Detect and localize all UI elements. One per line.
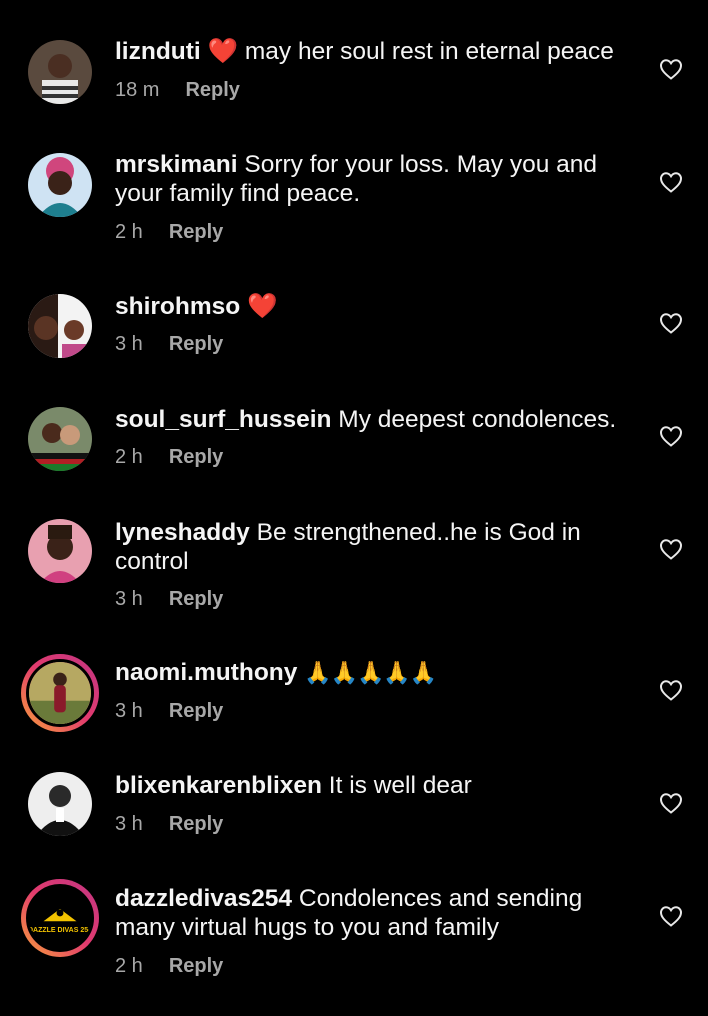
avatar: DAZZLE DIVAS 254 (26, 884, 94, 952)
heart-outline-icon[interactable] (659, 58, 683, 80)
avatar-story-ring[interactable] (21, 654, 99, 732)
avatar[interactable] (28, 294, 92, 358)
reply-button[interactable]: Reply (169, 700, 223, 722)
comment-text: blixenkarenblixen It is well dear (115, 771, 635, 800)
reply-button[interactable]: Reply (169, 333, 223, 355)
avatar-story-ring[interactable]: DAZZLE DIVAS 254 (21, 879, 99, 957)
comment-text: naomi.muthony 🙏🙏🙏🙏🙏 (115, 658, 635, 687)
comment-username[interactable]: blixenkarenblixen (115, 772, 322, 799)
comment-username[interactable]: naomi.muthony (115, 659, 297, 686)
comment-meta: 3 h Reply (115, 588, 223, 611)
comment-time: 3 h (115, 588, 143, 610)
avatar (26, 659, 94, 727)
comment-body: may her soul rest in eternal peace (244, 38, 614, 65)
comment-body: My deepest condolences. (338, 406, 617, 433)
comment-meta: 3 h Reply (115, 700, 223, 723)
comment-username[interactable]: soul_surf_hussein (115, 406, 331, 433)
reply-button[interactable]: Reply (169, 446, 223, 468)
heart-outline-icon[interactable] (659, 312, 683, 334)
comment-meta: 3 h Reply (115, 813, 223, 836)
comment-text: lizndutі ❤️ may her soul rest in eternal… (115, 37, 635, 66)
heart-outline-icon[interactable] (659, 171, 683, 193)
heart-outline-icon[interactable] (659, 679, 683, 701)
heart-outline-icon[interactable] (659, 792, 683, 814)
comment-text: dazzledivas254 Condolences and sending m… (115, 884, 635, 942)
comment-time: 18 m (115, 79, 160, 101)
comment-time: 3 h (115, 700, 143, 722)
pray-emoji: 🙏🙏🙏🙏🙏 (304, 660, 437, 685)
heart-outline-icon[interactable] (659, 425, 683, 447)
comment-meta: 2 h Reply (115, 446, 223, 469)
reply-button[interactable]: Reply (185, 79, 239, 101)
comment-username[interactable]: shirohmso (115, 293, 240, 320)
comment-text: lyneshaddy Be strengthened..he is God in… (115, 518, 635, 576)
comment-time: 2 h (115, 955, 143, 977)
comment-username[interactable]: lyneshaddy (115, 519, 250, 546)
reply-button[interactable]: Reply (169, 955, 223, 977)
dazzle-divas-logo (43, 908, 77, 921)
comment-text: soul_surf_hussein My deepest condolences… (115, 405, 635, 434)
avatar[interactable] (28, 40, 92, 104)
reply-button[interactable]: Reply (169, 813, 223, 835)
comment-time: 2 h (115, 221, 143, 243)
avatar-logo-text: DAZZLE DIVAS 254 (27, 926, 93, 934)
heart-outline-icon[interactable] (659, 905, 683, 927)
heart-outline-icon[interactable] (659, 538, 683, 560)
comment-username[interactable]: dazzledivas254 (115, 885, 292, 912)
avatar[interactable] (28, 772, 92, 836)
comment-body: It is well dear (328, 772, 472, 799)
comment-username[interactable]: mrskimani (115, 151, 238, 178)
avatar[interactable] (28, 519, 92, 583)
heart-emoji: ❤️ (247, 293, 278, 320)
heart-emoji: ❤️ (207, 38, 239, 65)
comment-username[interactable]: lizndutі (115, 38, 201, 65)
comment-time: 3 h (115, 333, 143, 355)
reply-button[interactable]: Reply (169, 588, 223, 610)
comment-time: 2 h (115, 446, 143, 468)
comment-text: shirohmso ❤️ (115, 292, 635, 321)
comment-meta: 18 m Reply (115, 79, 240, 102)
avatar[interactable] (28, 153, 92, 217)
reply-button[interactable]: Reply (169, 221, 223, 243)
comment-time: 3 h (115, 813, 143, 835)
comment-text: mrskimani Sorry for your loss. May you a… (115, 150, 635, 208)
comment-meta: 3 h Reply (115, 333, 223, 356)
comment-meta: 2 h Reply (115, 955, 223, 978)
comment-meta: 2 h Reply (115, 221, 223, 244)
avatar[interactable] (28, 407, 92, 471)
